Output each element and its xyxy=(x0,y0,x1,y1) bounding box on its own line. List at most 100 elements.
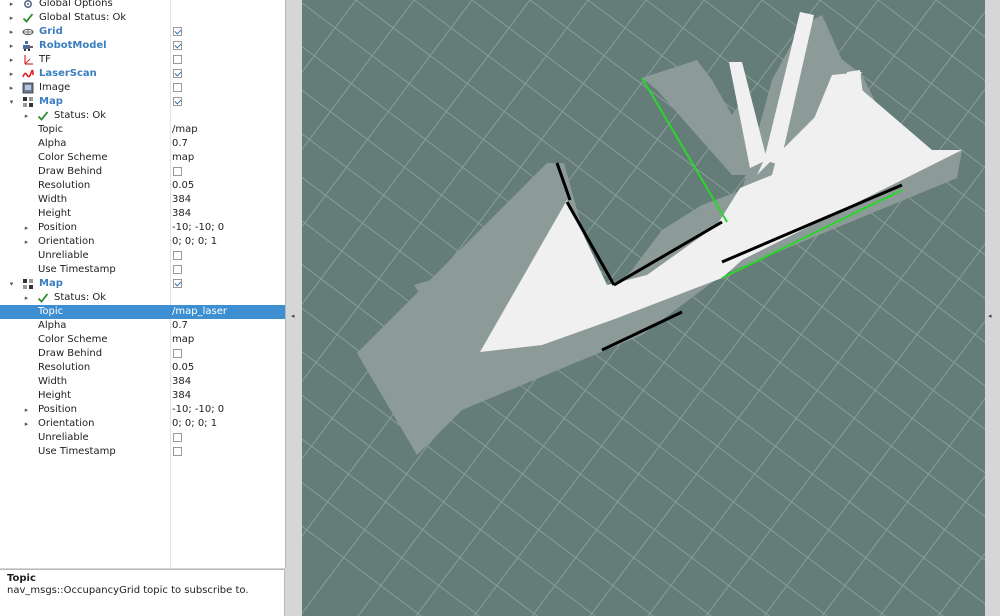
image-icon xyxy=(22,82,34,94)
tree-row-label: Unreliable xyxy=(38,432,89,443)
tree-row-global-status-ok[interactable]: ▸ Global Status: Ok xyxy=(0,11,285,25)
tree-row-image[interactable]: ▸ Image xyxy=(0,81,285,95)
tree-row-value[interactable]: 0; 0; 0; 1 xyxy=(172,235,217,249)
tree-row-value[interactable]: -10; -10; 0 xyxy=(172,221,224,235)
tree-row-position[interactable]: ▸ Position -10; -10; 0 xyxy=(0,221,285,235)
enable-checkbox[interactable] xyxy=(173,55,182,64)
tree-row-alpha[interactable]: Alpha 0.7 xyxy=(0,137,285,151)
enable-checkbox[interactable] xyxy=(173,41,182,50)
tree-row-status-ok[interactable]: ▸ Status: Ok xyxy=(0,291,285,305)
collapsed-arrow-icon[interactable]: ▸ xyxy=(22,235,31,249)
tree-row-draw-behind[interactable]: Draw Behind xyxy=(0,347,285,361)
3d-viewport[interactable] xyxy=(302,0,985,616)
tree-row-position[interactable]: ▸ Position -10; -10; 0 xyxy=(0,403,285,417)
collapsed-arrow-icon[interactable]: ▸ xyxy=(22,109,31,123)
tree-row-tf[interactable]: ▸ TF xyxy=(0,53,285,67)
tree-row-value[interactable]: 0.7 xyxy=(172,319,188,333)
enable-checkbox[interactable] xyxy=(173,83,182,92)
enable-checkbox[interactable] xyxy=(173,279,182,288)
collapsed-arrow-icon[interactable]: ▸ xyxy=(7,39,16,53)
tree-row-label: Use Timestamp xyxy=(38,446,116,457)
tree-row-use-timestamp[interactable]: Use Timestamp xyxy=(0,445,285,459)
expanded-arrow-icon[interactable]: ▾ xyxy=(7,95,16,109)
tree-row-unreliable[interactable]: Unreliable xyxy=(0,249,285,263)
tree-row-value[interactable]: 384 xyxy=(172,207,191,221)
checkmark-icon xyxy=(22,12,34,24)
tree-row-value[interactable]: /map xyxy=(172,123,198,137)
right-panel-collapse-bar[interactable] xyxy=(985,0,1000,616)
tree-row-height[interactable]: Height 384 xyxy=(0,389,285,403)
tree-row-width[interactable]: Width 384 xyxy=(0,375,285,389)
tree-row-draw-behind[interactable]: Draw Behind xyxy=(0,165,285,179)
tree-row-topic[interactable]: Topic/map_laser xyxy=(0,305,285,319)
grid-line xyxy=(302,0,415,151)
tree-row-label: Position xyxy=(38,222,77,233)
panel-splitter[interactable] xyxy=(286,0,302,616)
enable-checkbox[interactable] xyxy=(173,69,182,78)
tree-row-label: RobotModel xyxy=(39,40,107,51)
tree-row-value[interactable]: 384 xyxy=(172,193,191,207)
tree-row-orientation[interactable]: ▸ Orientation 0; 0; 0; 1 xyxy=(0,417,285,431)
tree-row-value[interactable]: /map_laser xyxy=(172,305,227,319)
map-scene[interactable] xyxy=(302,0,985,616)
tree-row-value[interactable]: 384 xyxy=(172,389,191,403)
displays-panel: ▸ Global Options ▸ Global Status: Ok ▸ Grid ▸ R… xyxy=(0,0,286,568)
tree-row-topic[interactable]: Topic/map xyxy=(0,123,285,137)
tree-row-color-scheme[interactable]: Color Scheme map xyxy=(0,333,285,347)
tree-row-label: Color Scheme xyxy=(38,334,108,345)
enable-checkbox[interactable] xyxy=(173,349,182,358)
tree-row-label: LaserScan xyxy=(39,68,97,79)
tree-row-map[interactable]: ▾ Map xyxy=(0,277,285,291)
tree-row-value[interactable]: map xyxy=(172,333,194,347)
tree-row-label: Status: Ok xyxy=(54,110,107,121)
tree-row-use-timestamp[interactable]: Use Timestamp xyxy=(0,263,285,277)
tree-row-map[interactable]: ▾ Map xyxy=(0,95,285,109)
enable-checkbox[interactable] xyxy=(173,167,182,176)
tree-row-value[interactable]: 0.7 xyxy=(172,137,188,151)
tree-row-status-ok[interactable]: ▸ Status: Ok xyxy=(0,109,285,123)
tree-row-grid[interactable]: ▸ Grid xyxy=(0,25,285,39)
tree-row-label: Topic xyxy=(38,306,64,317)
collapsed-arrow-icon[interactable]: ▸ xyxy=(7,11,16,25)
collapsed-arrow-icon[interactable]: ▸ xyxy=(7,81,16,95)
tree-row-label: Height xyxy=(38,208,72,219)
collapsed-arrow-icon[interactable]: ▸ xyxy=(7,25,16,39)
tree-row-value[interactable]: map xyxy=(172,151,194,165)
help-title: Topic xyxy=(7,573,36,584)
enable-checkbox[interactable] xyxy=(173,433,182,442)
collapsed-arrow-icon[interactable]: ▸ xyxy=(7,0,16,11)
tree-row-laserscan[interactable]: ▸ LaserScan xyxy=(0,67,285,81)
map-icon xyxy=(22,278,34,290)
tree-row-value[interactable]: 0.05 xyxy=(172,179,194,193)
tree-row-unreliable[interactable]: Unreliable xyxy=(0,431,285,445)
tree-row-alpha[interactable]: Alpha 0.7 xyxy=(0,319,285,333)
tree-row-value[interactable]: 0; 0; 0; 1 xyxy=(172,417,217,431)
tree-row-orientation[interactable]: ▸ Orientation 0; 0; 0; 1 xyxy=(0,235,285,249)
collapse-right-arrow-icon[interactable]: ◂ xyxy=(988,312,992,320)
tree-row-resolution[interactable]: Resolution 0.05 xyxy=(0,179,285,193)
enable-checkbox[interactable] xyxy=(173,447,182,456)
collapsed-arrow-icon[interactable]: ▸ xyxy=(22,221,31,235)
collapsed-arrow-icon[interactable]: ▸ xyxy=(7,67,16,81)
tree-row-value[interactable]: 384 xyxy=(172,375,191,389)
tree-row-width[interactable]: Width 384 xyxy=(0,193,285,207)
tree-row-robotmodel[interactable]: ▸ RobotModel xyxy=(0,39,285,53)
collapsed-arrow-icon[interactable]: ▸ xyxy=(22,291,31,305)
enable-checkbox[interactable] xyxy=(173,97,182,106)
expanded-arrow-icon[interactable]: ▾ xyxy=(7,277,16,291)
enable-checkbox[interactable] xyxy=(173,251,182,260)
enable-checkbox[interactable] xyxy=(173,265,182,274)
collapse-left-arrow-icon[interactable]: ◂ xyxy=(291,312,295,320)
collapsed-arrow-icon[interactable]: ▸ xyxy=(22,403,31,417)
enable-checkbox[interactable] xyxy=(173,27,182,36)
tree-row-label: Alpha xyxy=(38,320,67,331)
tree-row-value[interactable]: -10; -10; 0 xyxy=(172,403,224,417)
tree-row-label: Topic xyxy=(38,124,64,135)
collapsed-arrow-icon[interactable]: ▸ xyxy=(7,53,16,67)
tree-row-value[interactable]: 0.05 xyxy=(172,361,194,375)
tree-row-global-options[interactable]: ▸ Global Options xyxy=(0,0,285,11)
tree-row-color-scheme[interactable]: Color Scheme map xyxy=(0,151,285,165)
tree-row-resolution[interactable]: Resolution 0.05 xyxy=(0,361,285,375)
tree-row-height[interactable]: Height 384 xyxy=(0,207,285,221)
collapsed-arrow-icon[interactable]: ▸ xyxy=(22,417,31,431)
